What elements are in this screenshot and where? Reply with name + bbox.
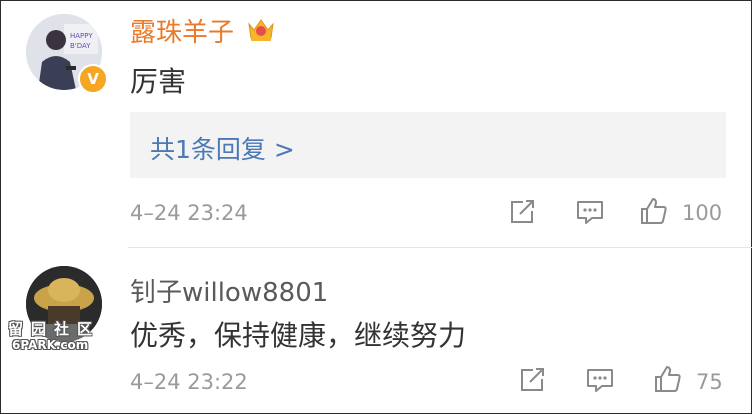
comment-item: HAPPY B'DAY V 露珠羊子 厉害 共1条回复 > 4–24 23:24… [0,0,752,248]
share-icon[interactable] [506,196,538,228]
watermark-site: 6PARK.com [12,338,89,352]
share-icon[interactable] [516,364,548,396]
reply-thread[interactable]: 共1条回复 > [130,112,726,178]
like-count: 75 [696,370,723,394]
svg-text:B'DAY: B'DAY [70,42,91,50]
like-count: 100 [682,201,723,225]
crown-icon [248,19,274,41]
thumbs-up-icon[interactable] [638,195,670,227]
view-replies-link[interactable]: 共1条回复 > [150,130,295,166]
verified-badge-icon: V [78,64,108,94]
comment-text: 厉害 [130,65,187,98]
timestamp: 4–24 23:22 [130,370,248,394]
thumbs-up-icon[interactable] [652,363,684,395]
comment-icon[interactable] [584,364,616,396]
comment-icon[interactable] [574,196,606,228]
username[interactable]: 露珠羊子 [130,12,234,49]
svg-text:HAPPY: HAPPY [70,32,93,40]
comment-item: 钊子willow8801 优秀，保持健康，继续努力 4–24 23:22 75 … [0,248,752,414]
timestamp: 4–24 23:24 [130,201,248,225]
username[interactable]: 钊子willow8801 [130,272,328,309]
comment-text: 优秀，保持健康，继续努力 [130,319,467,352]
avatar[interactable] [26,266,102,342]
